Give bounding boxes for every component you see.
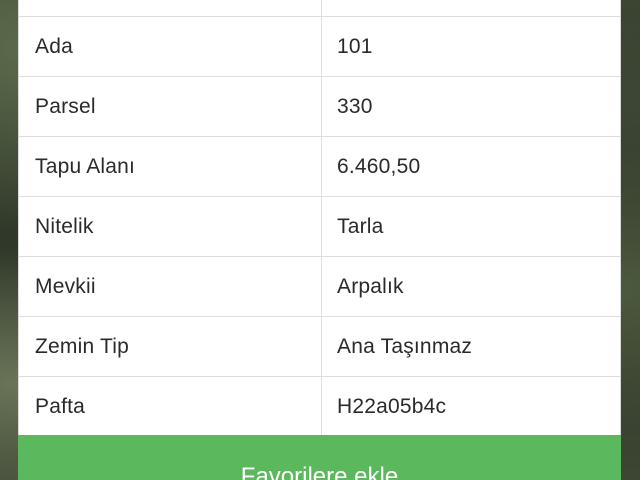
table-row-pafta: Pafta H22a05b4c <box>19 377 620 437</box>
row-label <box>19 0 322 16</box>
row-value <box>322 0 620 16</box>
table-row-ada: Ada 101 <box>19 17 620 77</box>
table-row-mevkii: Mevkii Arpalık <box>19 257 620 317</box>
add-to-favorites-button[interactable]: Favorilere ekle <box>18 435 621 480</box>
table-row <box>19 0 620 17</box>
parcel-info-table: Ada 101 Parsel 330 Tapu Alanı 6.460,50 N… <box>18 0 621 437</box>
row-label: Tapu Alanı <box>19 137 322 196</box>
row-value: Arpalık <box>337 274 404 298</box>
row-value: Tarla <box>337 214 384 238</box>
row-value: 101 <box>337 34 373 58</box>
row-label: Parsel <box>19 77 322 136</box>
table-row-tapu-alani: Tapu Alanı 6.460,50 <box>19 137 620 197</box>
table-row-parsel: Parsel 330 <box>19 77 620 137</box>
row-value: 330 <box>337 94 373 118</box>
row-value: H22a05b4c <box>337 394 447 418</box>
row-label: Ada <box>19 17 322 76</box>
row-label: Nitelik <box>19 197 322 256</box>
table-row-zemin-tip: Zemin Tip Ana Taşınmaz <box>19 317 620 377</box>
table-row-nitelik: Nitelik Tarla <box>19 197 620 257</box>
row-label: Pafta <box>19 377 322 436</box>
row-value: 6.460,50 <box>337 154 421 178</box>
row-label: Mevkii <box>19 257 322 316</box>
row-label: Zemin Tip <box>19 317 322 376</box>
row-value: Ana Taşınmaz <box>337 334 473 358</box>
